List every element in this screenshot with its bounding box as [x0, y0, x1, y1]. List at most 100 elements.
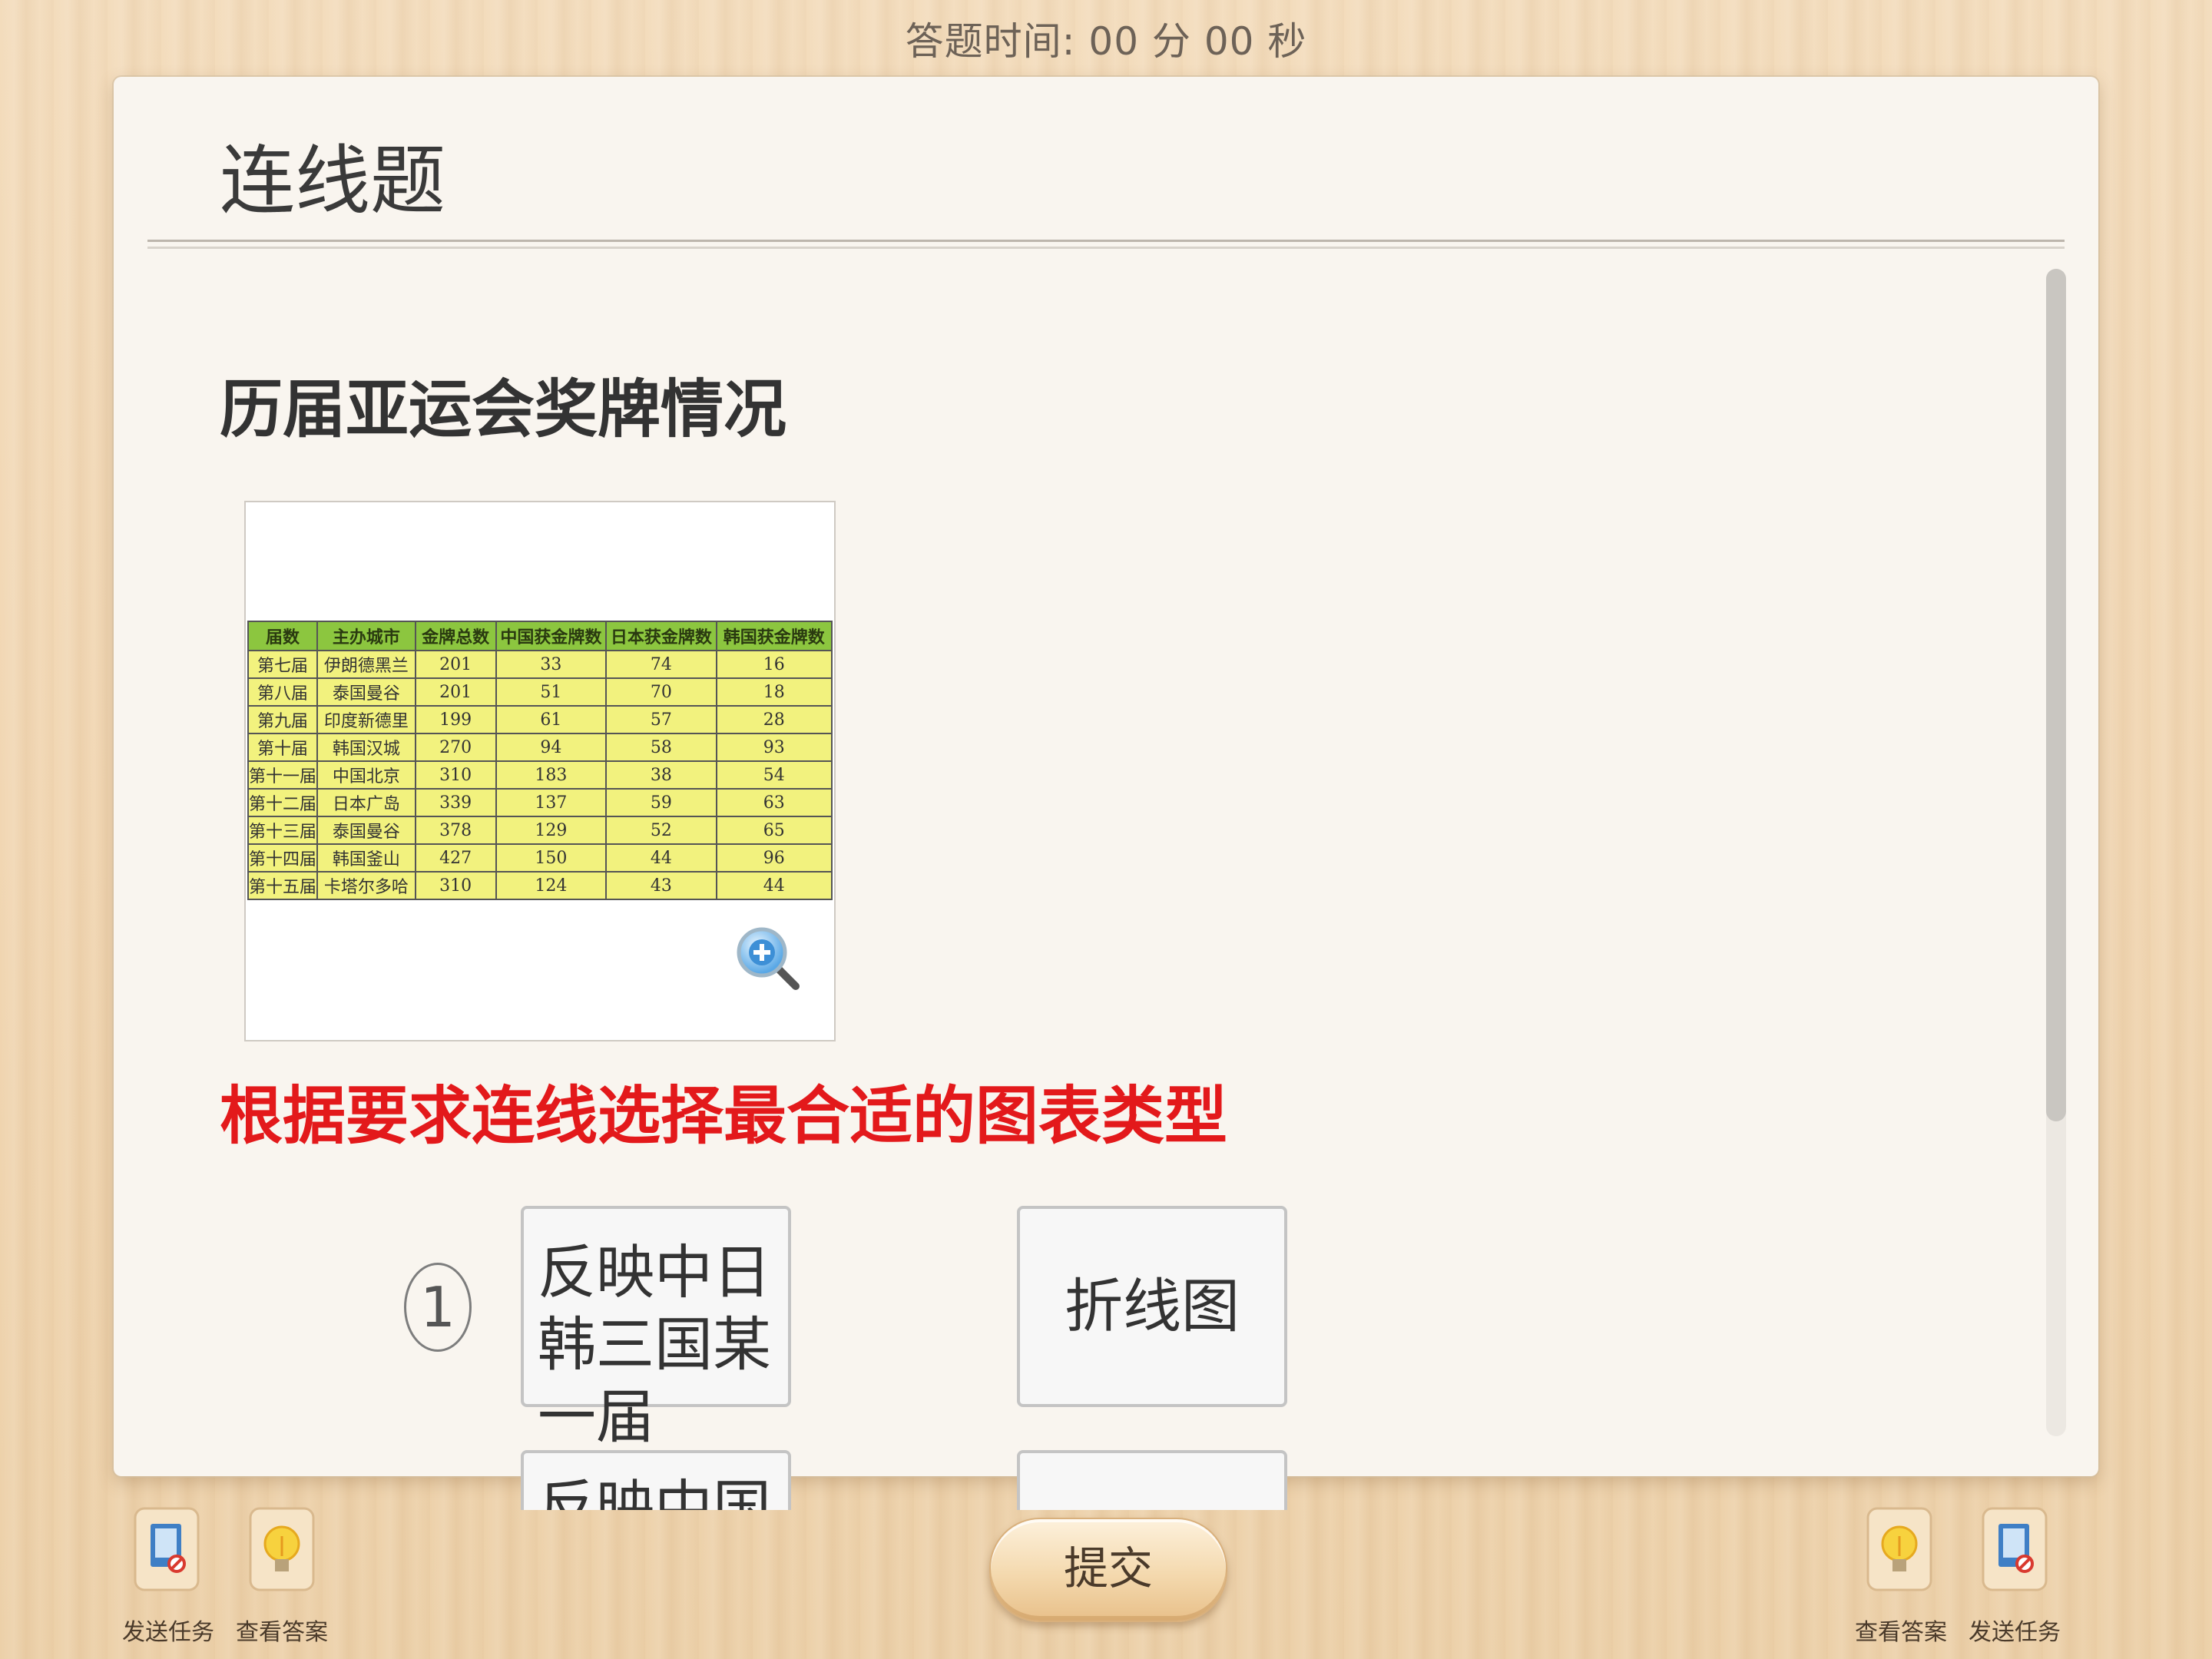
question-card: 连线题 历届亚运会奖牌情况 届数 主办城市 金牌总数 中国获金牌数 日本获金牌数…: [114, 77, 2098, 1510]
table-cell: 74: [605, 650, 717, 679]
table-cell: 59: [605, 788, 717, 817]
table-cell: 339: [414, 788, 497, 817]
table-cell: 310: [414, 871, 497, 900]
match-left-text: 反映中国某: [538, 1473, 771, 1510]
table-cell: 韩国汉城: [316, 733, 416, 762]
scrollbar-thumb[interactable]: [2046, 269, 2066, 1121]
table-header-cell: 中国获金牌数: [495, 621, 608, 651]
table-row: 第十四届 韩国釜山 427 150 44 96: [247, 843, 833, 873]
table-cell: 58: [605, 733, 717, 762]
table-cell: 57: [605, 705, 717, 734]
table-cell: 129: [495, 816, 608, 845]
answer-timer: 答题时间: 00 分 00 秒: [0, 11, 2212, 66]
medal-table: 届数 主办城市 金牌总数 中国获金牌数 日本获金牌数 韩国获金牌数 第七届 伊朗德…: [247, 621, 833, 900]
table-cell: 中国北京: [316, 760, 416, 790]
table-cell: 94: [495, 733, 608, 762]
table-cell: 150: [495, 843, 608, 873]
table-row: 第八届 泰国曼谷 201 51 70 18: [247, 677, 833, 707]
table-cell: 伊朗德黑兰: [316, 650, 416, 679]
timer-value: 00 分 00 秒: [1088, 19, 1307, 64]
table-cell: 33: [495, 650, 608, 679]
table-cell: 137: [495, 788, 608, 817]
match-number-1: 1: [404, 1263, 472, 1352]
table-cell: 38: [605, 760, 717, 790]
table-cell: 第八届: [247, 677, 319, 707]
send-task-icon[interactable]: [131, 1505, 203, 1596]
table-cell: 378: [414, 816, 497, 845]
table-cell: 44: [715, 871, 833, 900]
table-cell: 28: [715, 705, 833, 734]
title-divider: [147, 240, 2065, 249]
table-cell: 201: [414, 650, 497, 679]
table-row: 第十一届 中国北京 310 183 38 54: [247, 760, 833, 790]
content-scrollbar[interactable]: [2046, 269, 2066, 1436]
table-row: 第十二届 日本广岛 339 137 59 63: [247, 788, 833, 817]
table-cell: 427: [414, 843, 497, 873]
table-row: 第十三届 泰国曼谷 378 129 52 65: [247, 816, 833, 845]
table-cell: 卡塔尔多哈: [316, 871, 416, 900]
table-cell: 第七届: [247, 650, 319, 679]
send-task-icon[interactable]: [1979, 1505, 2051, 1596]
table-cell: 印度新德里: [316, 705, 416, 734]
table-header-cell: 届数: [247, 621, 319, 651]
table-cell: 96: [715, 843, 833, 873]
question-title: 历届亚运会奖牌情况: [220, 373, 787, 446]
table-cell: 65: [715, 816, 833, 845]
table-cell: 第十届: [247, 733, 319, 762]
table-header-cell: 日本获金牌数: [605, 621, 717, 651]
table-cell: 第九届: [247, 705, 319, 734]
table-header-row: 届数 主办城市 金牌总数 中国获金牌数 日本获金牌数 韩国获金牌数: [247, 621, 833, 651]
send-task-label: 发送任务: [1969, 1619, 2061, 1646]
table-cell: 第十一届: [247, 760, 319, 790]
table-cell: 310: [414, 760, 497, 790]
table-cell: 44: [605, 843, 717, 873]
table-cell: 第十三届: [247, 816, 319, 845]
table-cell: 54: [715, 760, 833, 790]
table-cell: 270: [414, 733, 497, 762]
lightbulb-icon[interactable]: [1863, 1505, 1936, 1596]
table-cell: 第十二届: [247, 788, 319, 817]
table-cell: 43: [605, 871, 717, 900]
match-left-option-2[interactable]: 反映中国某: [521, 1450, 791, 1510]
table-row: 第十届 韩国汉城 270 94 58 93: [247, 733, 833, 762]
match-right-text: [1020, 1453, 1284, 1510]
submit-button[interactable]: 提交: [989, 1518, 1227, 1622]
table-cell: 泰国曼谷: [316, 677, 416, 707]
table-cell: 183: [495, 760, 608, 790]
table-cell: 韩国釜山: [316, 843, 416, 873]
table-row: 第七届 伊朗德黑兰 201 33 74 16: [247, 650, 833, 679]
lightbulb-icon[interactable]: [246, 1505, 318, 1596]
table-cell: 第十四届: [247, 843, 319, 873]
table-row: 第十五届 卡塔尔多哈 310 124 43 44: [247, 871, 833, 900]
table-cell: 16: [715, 650, 833, 679]
table-cell: 201: [414, 677, 497, 707]
table-cell: 93: [715, 733, 833, 762]
table-cell: 52: [605, 816, 717, 845]
table-cell: 199: [414, 705, 497, 734]
table-cell: 70: [605, 677, 717, 707]
table-cell: 第十五届: [247, 871, 319, 900]
instruction-text: 根据要求连线选择最合适的图表类型: [220, 1080, 1228, 1153]
view-answer-label: 查看答案: [236, 1619, 328, 1646]
table-cell: 61: [495, 705, 608, 734]
medal-table-image[interactable]: 届数 主办城市 金牌总数 中国获金牌数 日本获金牌数 韩国获金牌数 第七届 伊朗德…: [244, 501, 836, 1041]
send-task-label: 发送任务: [122, 1619, 214, 1646]
table-header-cell: 韩国获金牌数: [715, 621, 833, 651]
question-content[interactable]: 历届亚运会奖牌情况 届数 主办城市 金牌总数 中国获金牌数 日本获金牌数 韩国获…: [114, 250, 2037, 1510]
timer-label: 答题时间:: [905, 19, 1076, 64]
table-cell: 124: [495, 871, 608, 900]
table-row: 第九届 印度新德里 199 61 57 28: [247, 705, 833, 734]
view-answer-label: 查看答案: [1855, 1619, 1947, 1646]
match-right-text: 折线图: [1065, 1272, 1240, 1340]
match-left-text: 反映中日韩三国某一届: [538, 1238, 771, 1451]
match-right-option-2[interactable]: [1017, 1450, 1287, 1510]
zoom-in-icon[interactable]: [733, 923, 802, 992]
match-left-option-1[interactable]: 反映中日韩三国某一届: [521, 1206, 791, 1451]
table-cell: 日本广岛: [316, 788, 416, 817]
table-cell: 51: [495, 677, 608, 707]
match-right-option-1[interactable]: 折线图: [1017, 1206, 1287, 1407]
table-cell: 泰国曼谷: [316, 816, 416, 845]
question-type-title: 连线题: [220, 137, 446, 225]
table-header-cell: 金牌总数: [414, 621, 497, 651]
table-header-cell: 主办城市: [316, 621, 416, 651]
